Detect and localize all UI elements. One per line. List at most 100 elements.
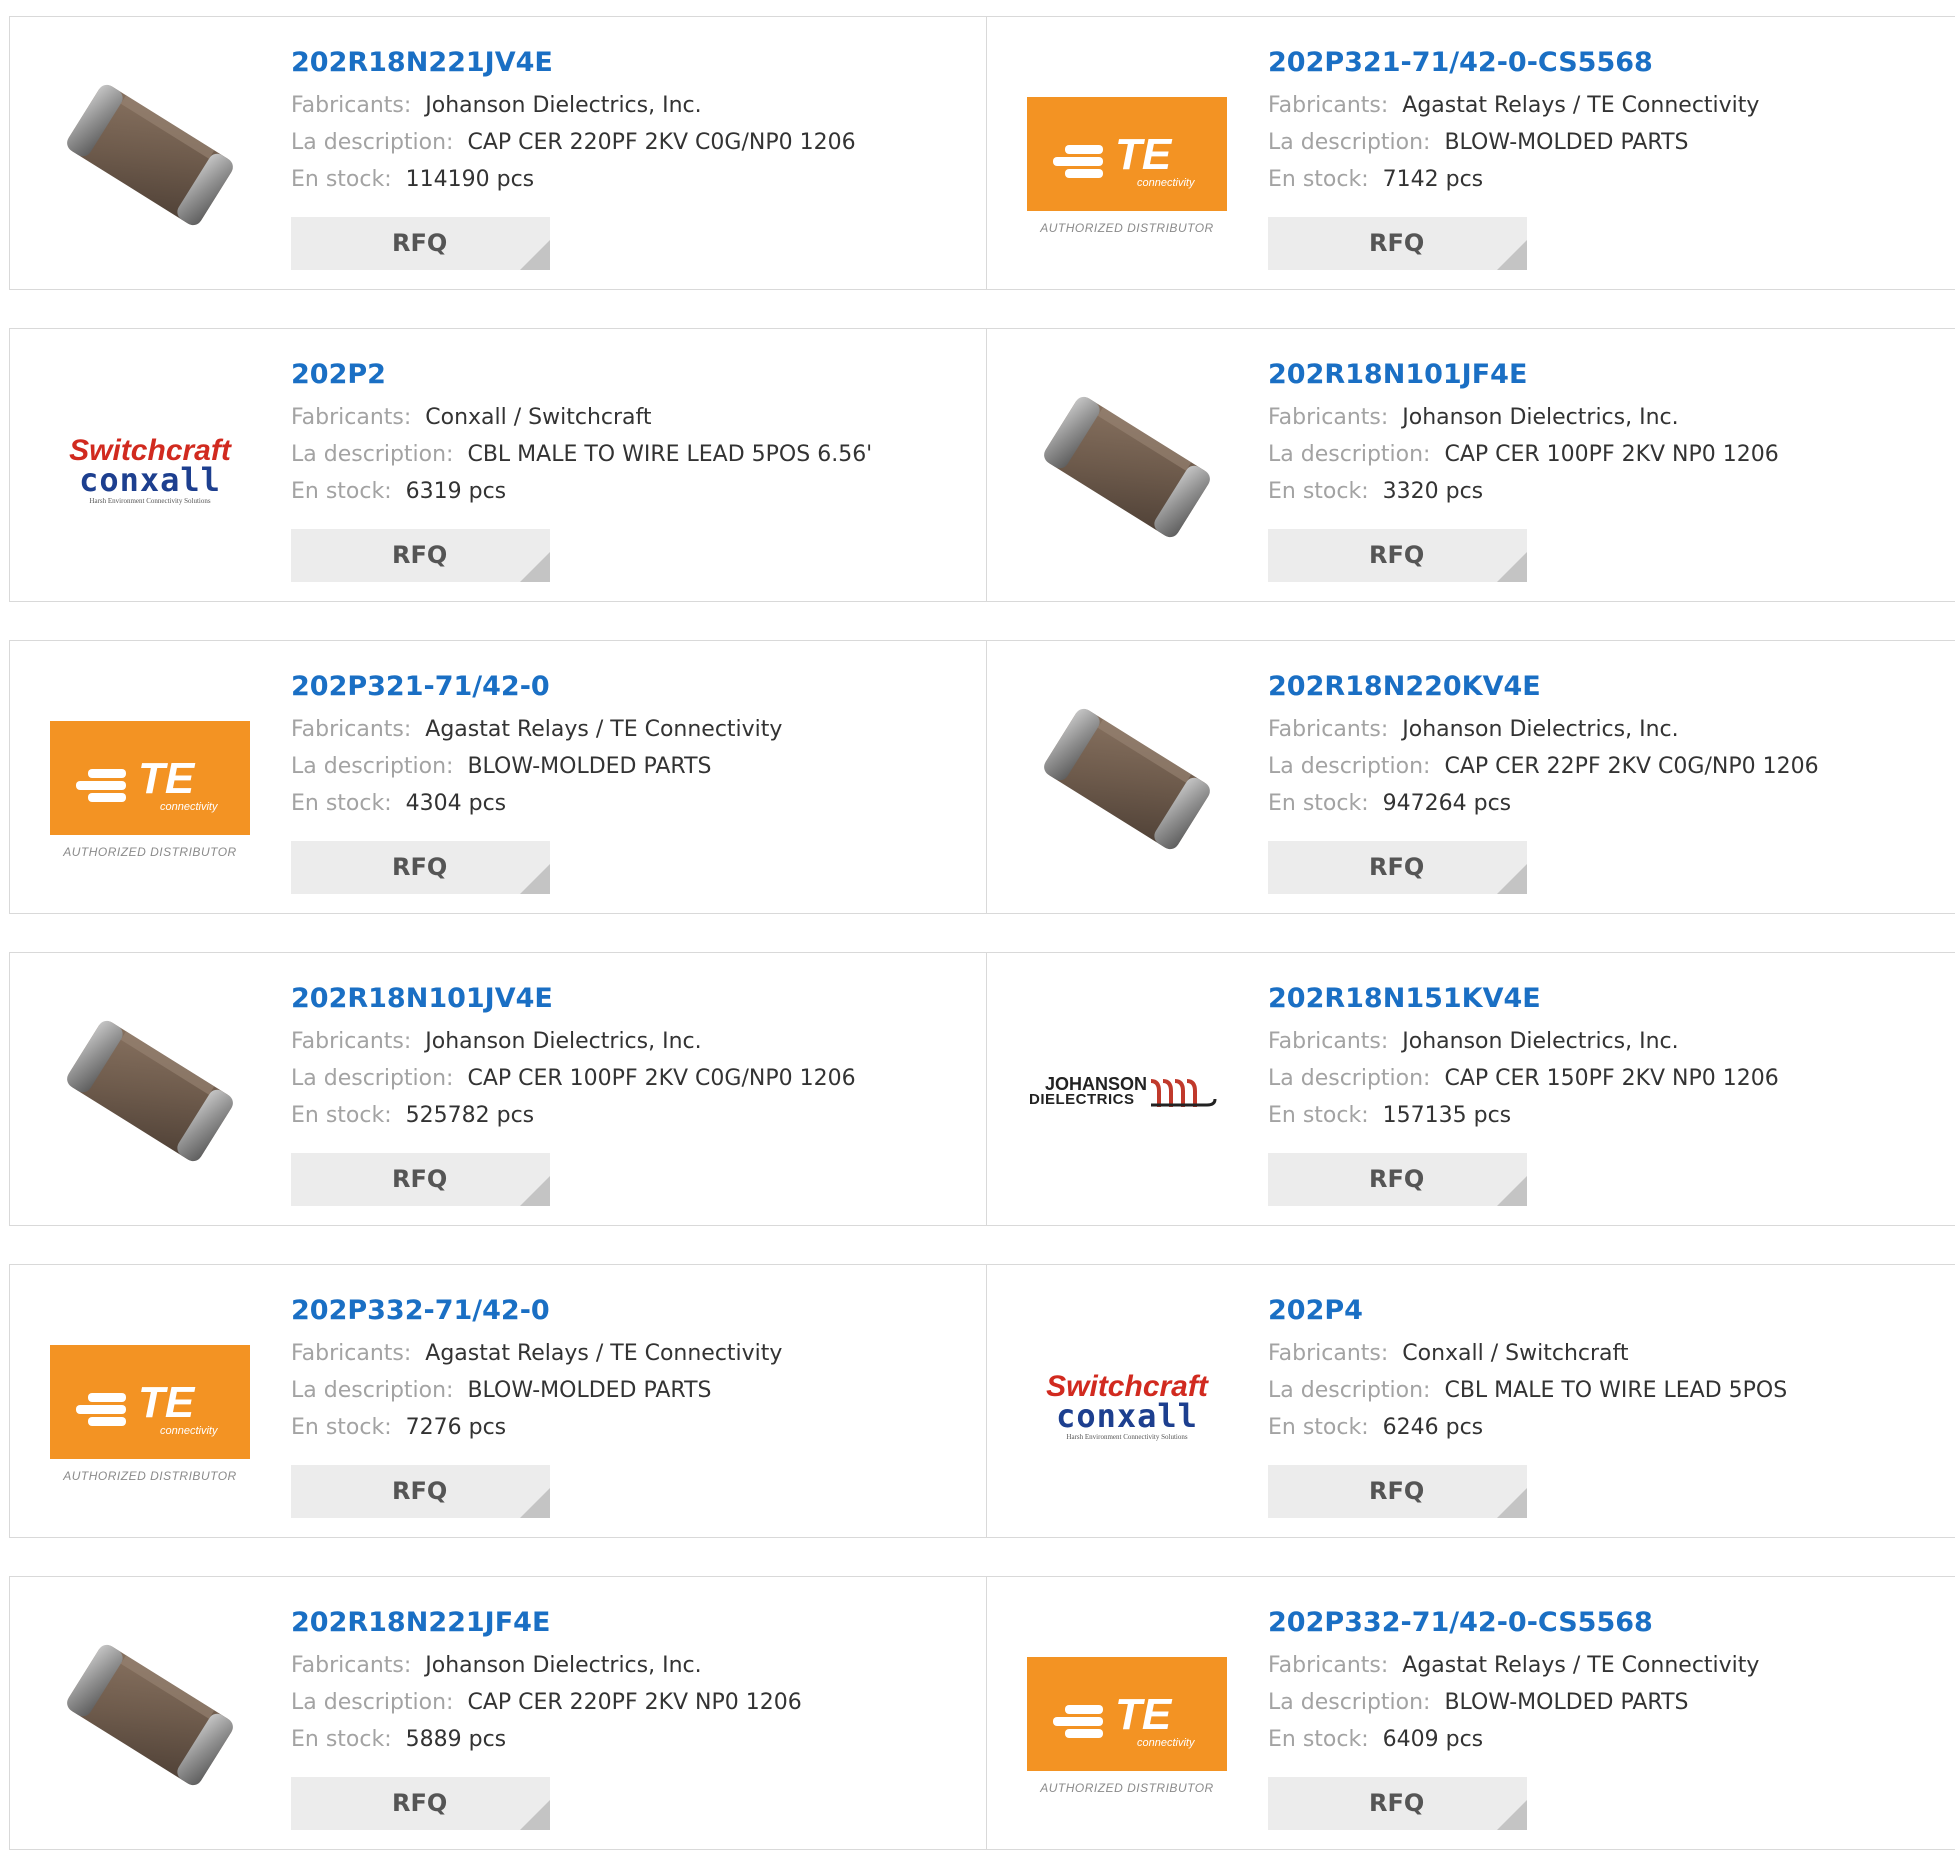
manufacturer-line: Fabricants: Agastat Relays / TE Connectiv…	[1268, 1647, 1928, 1684]
part-number-link[interactable]: 202R18N101JV4E	[291, 981, 951, 1017]
rfq-button[interactable]: RFQ	[291, 1153, 550, 1206]
description-value: CBL MALE TO WIRE LEAD 5POS 6.56'	[467, 442, 873, 467]
product-image[interactable]: TE connectivity AUTHORIZED DISTRIBUTOR	[50, 679, 250, 879]
rfq-corner-decoration	[1497, 552, 1527, 582]
product-image[interactable]: TE connectivity AUTHORIZED DISTRIBUTOR	[50, 1303, 250, 1503]
te-logo-sub: connectivity	[1137, 1737, 1195, 1749]
description-label: La description:	[291, 1378, 454, 1403]
rfq-corner-decoration	[520, 240, 550, 270]
te-authorized-text: AUTHORIZED DISTRIBUTOR	[63, 845, 237, 859]
product-image[interactable]: Switchcraft conxall Harsh Environment Co…	[50, 367, 250, 567]
te-authorized-text: AUTHORIZED DISTRIBUTOR	[1040, 221, 1214, 235]
description-line: La description: CBL MALE TO WIRE LEAD 5PO…	[291, 436, 951, 473]
stock-line: En stock: 4304 pcs	[291, 785, 951, 822]
stock-value: 6319 pcs	[405, 479, 507, 504]
rfq-label: RFQ	[1369, 1789, 1425, 1817]
manufacturer-value: Johanson Dielectrics, Inc.	[425, 93, 702, 118]
description-line: La description: BLOW-MOLDED PARTS	[1268, 1684, 1928, 1721]
product-image[interactable]: TE connectivity AUTHORIZED DISTRIBUTOR	[1027, 55, 1227, 255]
product-image[interactable]: JOHANSON DIELECTRICS	[1027, 991, 1227, 1191]
rfq-label: RFQ	[392, 1477, 448, 1505]
stock-label: En stock:	[291, 791, 392, 816]
stock-value: 5889 pcs	[405, 1727, 507, 1752]
part-number-link[interactable]: 202R18N221JV4E	[291, 45, 951, 81]
rfq-button[interactable]: RFQ	[291, 1777, 550, 1830]
stock-line: En stock: 3320 pcs	[1268, 473, 1928, 510]
rfq-button[interactable]: RFQ	[291, 217, 550, 270]
part-number-link[interactable]: 202P332-71/42-0-CS5568	[1268, 1605, 1928, 1641]
product-image[interactable]	[50, 991, 250, 1191]
rfq-corner-decoration	[520, 1488, 550, 1518]
stock-label: En stock:	[1268, 167, 1369, 192]
stock-label: En stock:	[291, 1415, 392, 1440]
rfq-button[interactable]: RFQ	[291, 841, 550, 894]
rfq-button[interactable]: RFQ	[291, 529, 550, 582]
manufacturer-label: Fabricants:	[291, 717, 412, 742]
product-row: 202R18N221JF4E Fabricants: Johanson Diele…	[9, 1576, 1955, 1850]
part-number-link[interactable]: 202R18N151KV4E	[1268, 981, 1928, 1017]
manufacturer-line: Fabricants: Agastat Relays / TE Connectiv…	[291, 1335, 951, 1372]
description-line: La description: CAP CER 100PF 2KV C0G/NP0…	[291, 1060, 951, 1097]
stock-label: En stock:	[291, 1103, 392, 1128]
manufacturer-value: Johanson Dielectrics, Inc.	[1402, 717, 1679, 742]
rfq-button[interactable]: RFQ	[1268, 841, 1527, 894]
rfq-button[interactable]: RFQ	[1268, 1153, 1527, 1206]
rfq-button[interactable]: RFQ	[1268, 1465, 1527, 1518]
rfq-button[interactable]: RFQ	[1268, 217, 1527, 270]
manufacturer-label: Fabricants:	[1268, 1341, 1389, 1366]
product-image[interactable]	[50, 55, 250, 255]
te-logo-text: TE	[138, 1378, 195, 1427]
rfq-button[interactable]: RFQ	[291, 1465, 550, 1518]
manufacturer-label: Fabricants:	[291, 93, 412, 118]
rfq-corner-decoration	[520, 1800, 550, 1830]
part-number-link[interactable]: 202P321-71/42-0-CS5568	[1268, 45, 1928, 81]
product-image[interactable]: TE connectivity AUTHORIZED DISTRIBUTOR	[1027, 1615, 1227, 1815]
product-info: 202R18N221JF4E Fabricants: Johanson Diele…	[291, 1605, 951, 1758]
rfq-button[interactable]: RFQ	[1268, 529, 1527, 582]
description-label: La description:	[291, 130, 454, 155]
product-info: 202R18N101JF4E Fabricants: Johanson Diele…	[1268, 357, 1928, 510]
description-value: BLOW-MOLDED PARTS	[467, 754, 712, 779]
manufacturer-label: Fabricants:	[1268, 1029, 1389, 1054]
part-number-link[interactable]: 202P2	[291, 357, 951, 393]
product-info: 202P4 Fabricants: Conxall / Switchcraft L…	[1268, 1293, 1928, 1446]
manufacturer-line: Fabricants: Johanson Dielectrics, Inc.	[1268, 1023, 1928, 1060]
product-info: 202R18N151KV4E Fabricants: Johanson Diele…	[1268, 981, 1928, 1134]
part-number-link[interactable]: 202R18N101JF4E	[1268, 357, 1928, 393]
rfq-label: RFQ	[392, 853, 448, 881]
product-card: TE connectivity AUTHORIZED DISTRIBUTOR 2…	[9, 1265, 987, 1537]
description-line: La description: CAP CER 220PF 2KV NP0 120…	[291, 1684, 951, 1721]
manufacturer-label: Fabricants:	[1268, 93, 1389, 118]
stock-value: 157135 pcs	[1382, 1103, 1512, 1128]
description-label: La description:	[291, 754, 454, 779]
stock-value: 7142 pcs	[1382, 167, 1484, 192]
manufacturer-value: Agastat Relays / TE Connectivity	[1402, 1653, 1760, 1678]
manufacturer-label: Fabricants:	[291, 405, 412, 430]
description-value: BLOW-MOLDED PARTS	[1444, 130, 1689, 155]
description-line: La description: BLOW-MOLDED PARTS	[291, 1372, 951, 1409]
description-line: La description: CAP CER 220PF 2KV C0G/NP0…	[291, 124, 951, 161]
conxall-logo-text: conxall	[79, 461, 221, 499]
stock-label: En stock:	[1268, 1103, 1369, 1128]
product-image[interactable]	[1027, 679, 1227, 879]
product-card: 202R18N220KV4E Fabricants: Johanson Diele…	[987, 641, 1955, 913]
product-image[interactable]	[50, 1615, 250, 1815]
part-number-link[interactable]: 202R18N220KV4E	[1268, 669, 1928, 705]
part-number-link[interactable]: 202R18N221JF4E	[291, 1605, 951, 1641]
product-card: TE connectivity AUTHORIZED DISTRIBUTOR 2…	[987, 17, 1955, 289]
stock-line: En stock: 6246 pcs	[1268, 1409, 1928, 1446]
stock-line: En stock: 7142 pcs	[1268, 161, 1928, 198]
te-logo-text: TE	[1115, 130, 1172, 179]
product-image[interactable]	[1027, 367, 1227, 567]
product-row: TE connectivity AUTHORIZED DISTRIBUTOR 2…	[9, 1264, 1955, 1538]
rfq-button[interactable]: RFQ	[1268, 1777, 1527, 1830]
part-number-link[interactable]: 202P332-71/42-0	[291, 1293, 951, 1329]
part-number-link[interactable]: 202P321-71/42-0	[291, 669, 951, 705]
conxall-tagline: Harsh Environment Connectivity Solutions	[1066, 1433, 1188, 1441]
rfq-corner-decoration	[520, 552, 550, 582]
product-image[interactable]: Switchcraft conxall Harsh Environment Co…	[1027, 1303, 1227, 1503]
description-value: BLOW-MOLDED PARTS	[467, 1378, 712, 1403]
description-label: La description:	[291, 442, 454, 467]
stock-label: En stock:	[291, 479, 392, 504]
part-number-link[interactable]: 202P4	[1268, 1293, 1928, 1329]
